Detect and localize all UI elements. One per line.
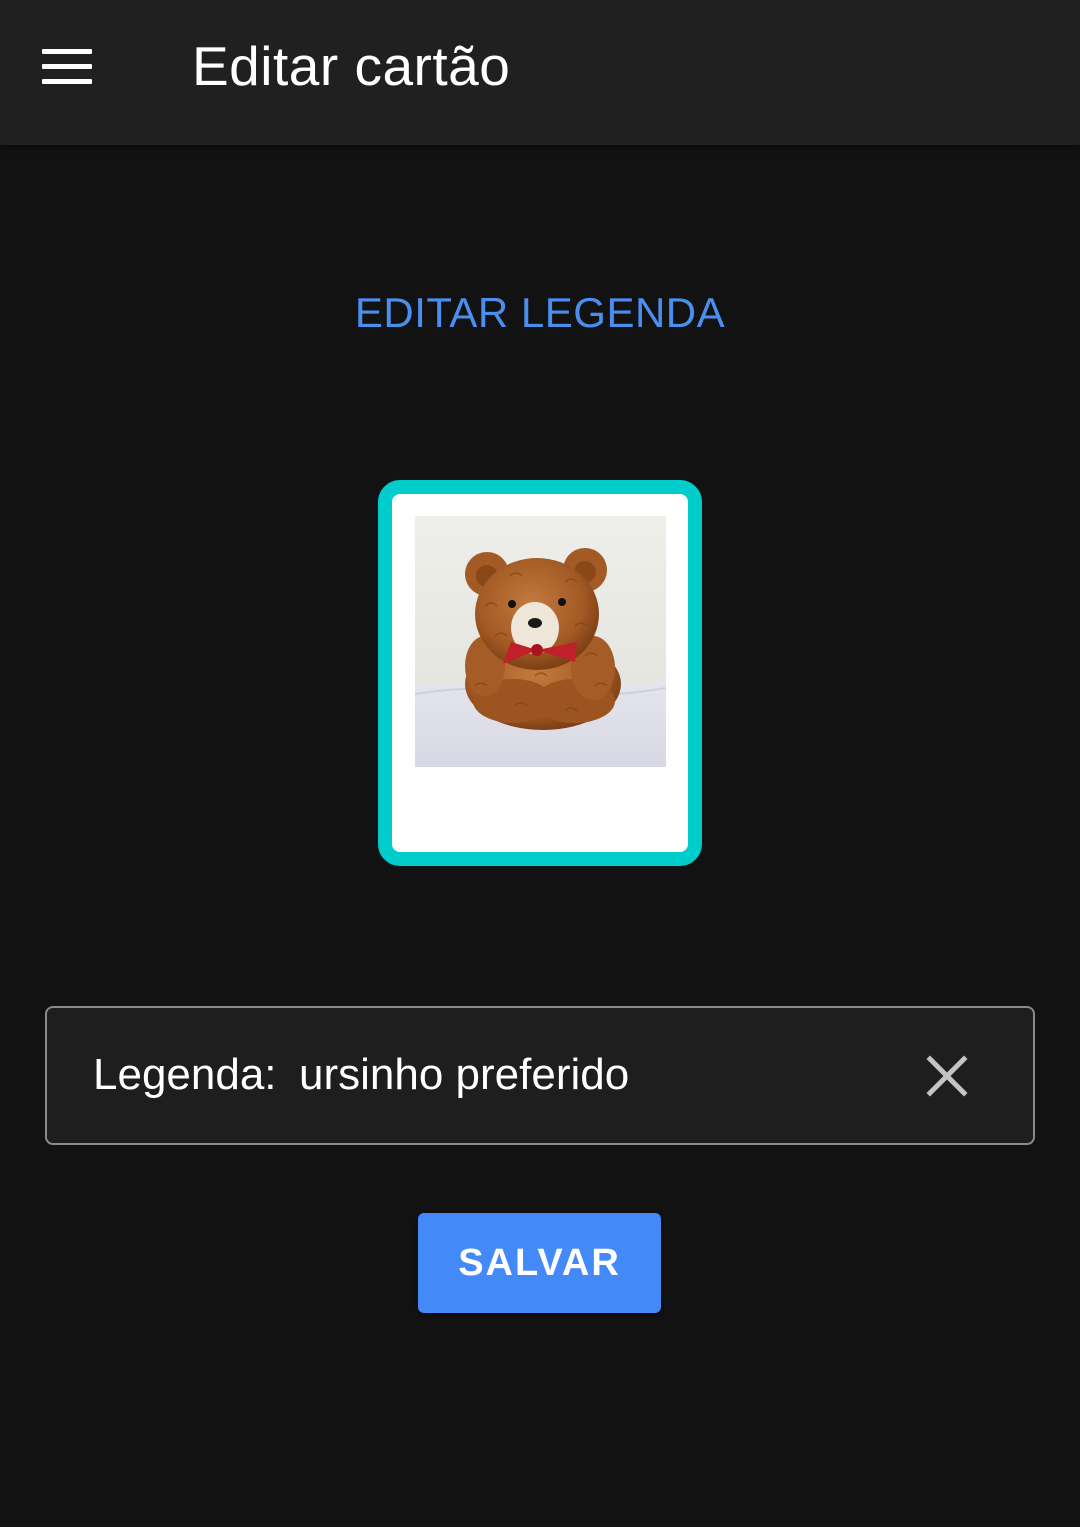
- page-title: Editar cartão: [192, 35, 511, 97]
- menu-icon-line: [42, 79, 92, 84]
- clear-caption-button[interactable]: [917, 1046, 977, 1106]
- menu-icon-line: [42, 64, 92, 69]
- caption-label: Legenda:: [93, 1050, 277, 1099]
- menu-icon-line: [42, 49, 92, 54]
- app-bar: Editar cartão: [0, 0, 1080, 145]
- caption-input[interactable]: [299, 1048, 859, 1102]
- hamburger-menu-icon[interactable]: [40, 48, 94, 86]
- save-button[interactable]: SALVAR: [418, 1213, 661, 1313]
- section-heading: EDITAR LEGENDA: [354, 289, 726, 336]
- teddy-bear-photo: [415, 516, 666, 767]
- close-icon: [926, 1055, 968, 1097]
- card-preview[interactable]: [378, 480, 702, 866]
- caption-field: Legenda:: [45, 1006, 1035, 1145]
- card-photo: [415, 516, 666, 767]
